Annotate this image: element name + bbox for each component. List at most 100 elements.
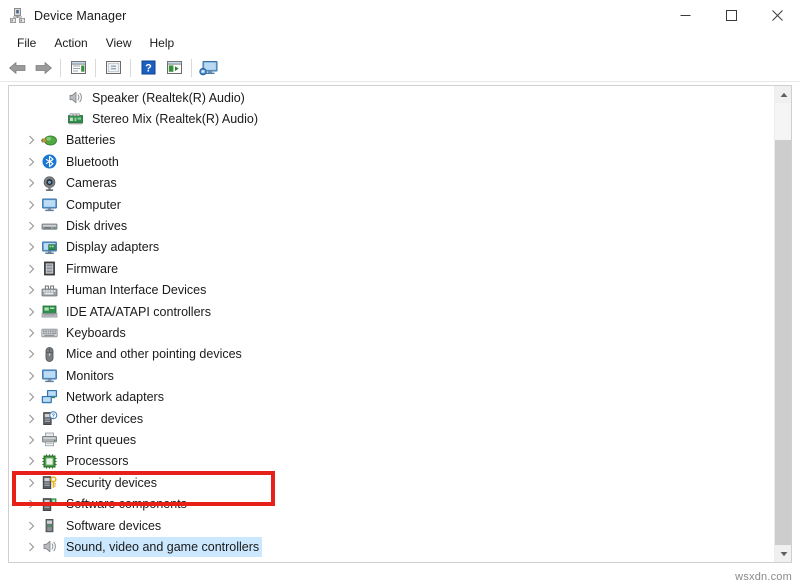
tree-item-monitors[interactable]: Monitors [9, 365, 774, 386]
tree-item-cameras[interactable]: Cameras [9, 173, 774, 194]
tree-item-label: Computer [64, 195, 124, 215]
watermark-text: wsxdn.com [735, 571, 792, 583]
ide-controller-icon [41, 303, 58, 320]
chevron-right-icon[interactable] [23, 365, 39, 386]
monitor-icon [41, 367, 58, 384]
chevron-right-icon[interactable] [23, 494, 39, 515]
chevron-right-icon[interactable] [23, 344, 39, 365]
chevron-right-icon[interactable] [23, 515, 39, 536]
tree-item-label: Mice and other pointing devices [64, 344, 245, 364]
tree-item-label: Software components [64, 494, 190, 514]
chevron-right-icon[interactable] [23, 258, 39, 279]
chevron-right-icon[interactable] [23, 472, 39, 493]
tree-item-speaker-realtek-audio[interactable]: Speaker (Realtek(R) Audio) [9, 87, 774, 108]
tree-item-storage-controllers[interactable]: Storage controllers [9, 558, 774, 562]
chevron-right-icon[interactable] [23, 194, 39, 215]
chevron-right-icon[interactable] [23, 173, 39, 194]
chevron-right-icon[interactable] [23, 130, 39, 151]
tree-item-network-adapters[interactable]: Network adapters [9, 386, 774, 407]
tree-item-keyboards[interactable]: Keyboards [9, 322, 774, 343]
processor-icon [41, 453, 58, 470]
chevron-right-icon[interactable] [23, 408, 39, 429]
tree-item-label: Security devices [64, 473, 160, 493]
tree-item-label: Batteries [64, 130, 118, 150]
printer-icon [41, 431, 58, 448]
chevron-right-icon[interactable] [23, 387, 39, 408]
tree-item-label: Monitors [64, 366, 117, 386]
menu-item-help[interactable]: Help [142, 33, 183, 53]
minimize-button[interactable] [662, 0, 708, 31]
chevron-right-icon[interactable] [23, 536, 39, 557]
maximize-button[interactable] [708, 0, 754, 31]
back-button[interactable] [4, 56, 30, 80]
menu-item-view[interactable]: View [98, 33, 140, 53]
security-device-icon [41, 474, 58, 491]
menu-item-file[interactable]: File [9, 33, 44, 53]
close-button[interactable] [754, 0, 800, 31]
device-tree-list: Speaker (Realtek(R) Audio) [9, 86, 774, 562]
tree-item-software-components[interactable]: Software components [9, 493, 774, 514]
window-controls [662, 0, 800, 31]
tree-item-label: Keyboards [64, 323, 129, 343]
scan-hardware-button[interactable] [161, 56, 187, 80]
tree-item-human-interface-devices[interactable]: Human Interface Devices [9, 280, 774, 301]
battery-icon [41, 132, 58, 149]
tree-item-label: Network adapters [64, 387, 167, 407]
tree-item-sound-video-and-game-controllers[interactable]: Sound, video and game controllers [9, 536, 774, 557]
chevron-right-icon[interactable] [23, 151, 39, 172]
update-driver-button[interactable] [100, 56, 126, 80]
toolbar-separator-4 [191, 59, 192, 77]
tree-item-processors[interactable]: Processors [9, 451, 774, 472]
software-device-icon [41, 517, 58, 534]
window-title: Device Manager [34, 9, 126, 23]
properties-button[interactable] [65, 56, 91, 80]
toolbar-separator-3 [130, 59, 131, 77]
tree-item-bluetooth[interactable]: Bluetooth [9, 151, 774, 172]
toolbar-separator-1 [60, 59, 61, 77]
tree-item-mice-and-other-pointing-devices[interactable]: Mice and other pointing devices [9, 344, 774, 365]
tree-item-display-adapters[interactable]: Display adapters [9, 237, 774, 258]
chevron-right-icon[interactable] [23, 322, 39, 343]
disk-drive-icon [41, 218, 58, 235]
chevron-right-icon[interactable] [23, 451, 39, 472]
tree-item-disk-drives[interactable]: Disk drives [9, 215, 774, 236]
tree-item-label: Display adapters [64, 237, 162, 257]
vertical-scrollbar[interactable] [774, 86, 791, 562]
toolbar-separator-2 [95, 59, 96, 77]
menu-item-action[interactable]: Action [46, 33, 95, 53]
device-tree-scroll-area[interactable]: Speaker (Realtek(R) Audio) [9, 86, 774, 562]
tree-item-label: Processors [64, 451, 132, 471]
tree-item-label: Storage controllers [64, 558, 174, 562]
tree-item-ide-ata-atapi-controllers[interactable]: IDE ATA/ATAPI controllers [9, 301, 774, 322]
tree-item-security-devices[interactable]: Security devices [9, 472, 774, 493]
device-manager-icon [9, 7, 26, 24]
help-button[interactable]: ? [135, 56, 161, 80]
tree-item-computer[interactable]: Computer [9, 194, 774, 215]
tree-item-print-queues[interactable]: Print queues [9, 429, 774, 450]
tree-item-firmware[interactable]: Firmware [9, 258, 774, 279]
chevron-right-icon[interactable] [23, 237, 39, 258]
bluetooth-icon [41, 153, 58, 170]
scrollbar-thumb[interactable] [775, 140, 792, 546]
scroll-down-button[interactable] [775, 545, 792, 562]
chevron-right-icon[interactable] [23, 280, 39, 301]
tree-item-label: Firmware [64, 259, 121, 279]
tree-item-stereo-mix-realtek-audio[interactable]: Stereo Mix (Realtek(R) Audio) [9, 108, 774, 129]
tree-item-other-devices[interactable]: ? Other devices [9, 408, 774, 429]
forward-button[interactable] [30, 56, 56, 80]
chevron-right-icon[interactable] [23, 301, 39, 322]
title-bar: Device Manager [0, 0, 800, 31]
chevron-right-icon[interactable] [23, 216, 39, 237]
tree-item-label: Human Interface Devices [64, 280, 209, 300]
tree-item-software-devices[interactable]: Software devices [9, 515, 774, 536]
keyboard-icon [41, 324, 58, 341]
tree-item-label: Bluetooth [64, 152, 122, 172]
chevron-right-icon[interactable] [23, 429, 39, 450]
chevron-right-icon[interactable] [23, 558, 39, 562]
scroll-up-button[interactable] [775, 86, 792, 103]
network-adapter-icon [41, 389, 58, 406]
mouse-icon [41, 346, 58, 363]
tree-item-batteries[interactable]: Batteries [9, 130, 774, 151]
show-devices-button[interactable] [196, 56, 222, 80]
tree-item-label: Speaker (Realtek(R) Audio) [90, 88, 248, 108]
